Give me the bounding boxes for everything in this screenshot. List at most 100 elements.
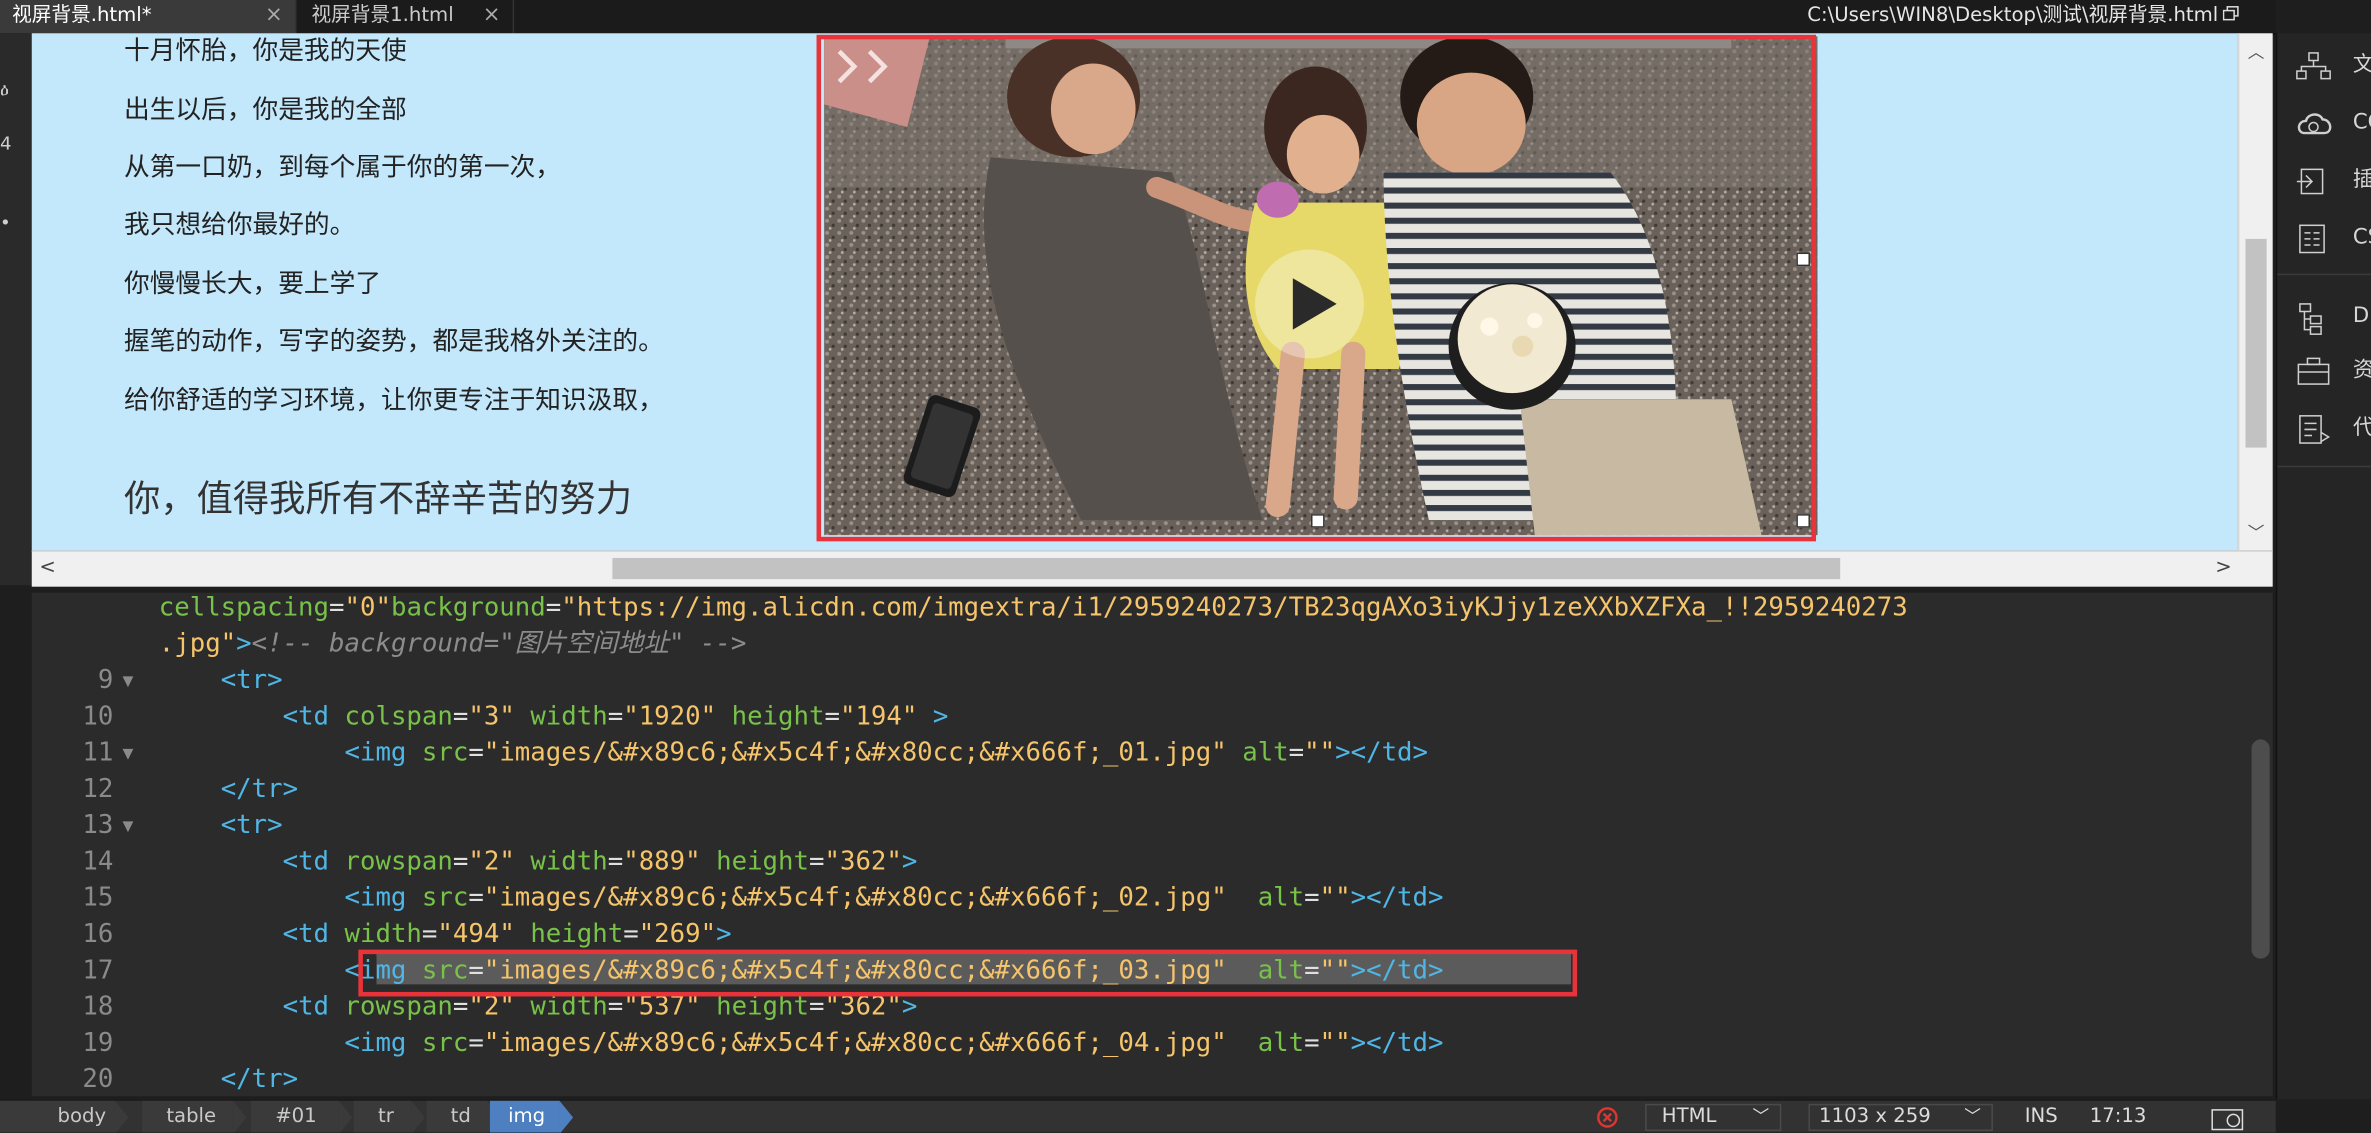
insert-mode[interactable]: INS [2025,1101,2058,1133]
fold-toggle-icon[interactable]: ▼ [122,735,133,771]
headline: 你，值得我所有不辞辛苦的努力 [123,477,633,521]
close-icon[interactable]: × [265,0,283,32]
error-icon[interactable] [1597,1107,1618,1128]
code-line[interactable]: .jpg"><!-- background="图片空间地址" --> [32,626,2249,662]
chevron-down-icon[interactable]: ﹀ [2245,520,2266,544]
dom-icon [2299,303,2322,335]
code-text: <td colspan="3" width="1920" height="194… [159,699,949,735]
window-size-select[interactable]: 1103 x 259 ﹀ [1808,1103,1993,1132]
code-line[interactable]: 15 <img src="images/&#x89c6;&#x5c4f;&#x8… [32,880,2249,916]
code-line[interactable]: 19 <img src="images/&#x89c6;&#x5c4f;&#x8… [32,1025,2249,1061]
code-token: src [421,1028,469,1059]
breadcrumb-item-current[interactable]: img [489,1100,560,1133]
panel-label: 资 [2353,351,2371,390]
restore-window-icon[interactable] [2222,6,2240,21]
breadcrumb-item[interactable]: tr [353,1100,412,1133]
code-token: cellspacing [158,592,330,623]
panel-label: 文 [2353,45,2371,84]
design-vertical-scrollbar[interactable]: ︿ ﹀ [2237,33,2273,551]
tab-label: 视屏背景1.html [311,4,454,28]
poem-line: 十月怀胎，你是我的天使 [123,36,407,67]
code-line[interactable]: 14 <td rowspan="2" width="889" height="3… [32,844,2249,880]
code-token: = [808,846,825,878]
code-token: <img [344,1028,422,1059]
code-token: = [1304,883,1320,914]
code-token: ></td> [1335,737,1429,769]
code-token: <tr> [220,810,283,841]
code-token: = [468,1028,484,1059]
code-token: > [716,919,732,950]
code-token: = [623,919,639,950]
chevron-left-icon[interactable]: < [39,556,55,579]
files-tree-icon [2296,52,2331,80]
right-panel-dock: 文 CC 插 CS [2275,33,2371,1100]
close-icon[interactable]: × [483,0,501,32]
code-text: </tr> [159,771,298,807]
breadcrumb-item[interactable]: body [0,1100,115,1133]
code-line[interactable]: 9 ▼ <tr> [32,662,2249,698]
line-number: 13 [82,810,114,841]
code-line[interactable]: cellspacing="0"background="https://img.a… [32,593,2249,626]
fold-toggle-icon[interactable]: ▼ [122,662,133,698]
design-view[interactable]: 十月怀胎，你是我的天使 出生以后，你是我的全部 从第一口奶，到每个属于你的第一次… [31,33,2238,551]
scroll-thumb[interactable] [612,557,1841,580]
fold-toggle-icon[interactable]: ▼ [122,807,133,843]
code-line[interactable]: 13 ▼ <tr> [32,807,2249,843]
document-tab-bar: 视屏背景.html* × 视屏背景1.html × C:\Users\WIN8\… [0,0,2276,35]
preview-icon[interactable] [2211,1107,2250,1131]
toolbar-glyph[interactable]: ዕ [0,79,9,102]
code-token: .jpg" [158,629,237,660]
code-line[interactable]: 10 <td colspan="3" width="1920" height="… [32,699,2249,735]
toolbar-glyph[interactable]: 4 [0,133,12,154]
tab-current-document[interactable]: 视屏背景.html* × [0,0,297,34]
code-token: ></td> [1350,883,1444,914]
code-token: <tr> [220,665,283,696]
breadcrumb-item[interactable]: table [142,1100,233,1133]
panel-label: CS [2352,225,2371,250]
code-text: <tr> [159,662,283,698]
document-type-select[interactable]: HTML ﹀ [1645,1103,1782,1132]
code-token: = [468,883,484,914]
code-token: "889" [623,846,701,878]
code-line[interactable]: 11 ▼ <img src="images/&#x89c6;&#x5c4f;&#x… [32,735,2249,771]
annotation-highlight-image [816,34,1817,542]
left-toolbar-edge: ዕ 4 • [0,33,32,586]
design-horizontal-scrollbar[interactable]: < > [31,550,2273,587]
code-token: "494" [437,919,515,950]
panel-divider [2277,465,2371,468]
scroll-thumb[interactable] [2245,238,2267,448]
scroll-thumb[interactable] [2251,739,2270,959]
assets-icon [2297,357,2330,385]
code-token: </tr> [220,1064,299,1095]
code-token: "2" [468,846,515,878]
code-vertical-scrollbar[interactable] [2248,592,2273,1097]
code-line[interactable]: 12 </tr> [32,771,2249,807]
code-text: cellspacing="0"background="https://img.a… [159,593,1908,626]
code-token: "https://img.alicdn.com/imgextra/i1/2959… [561,592,1908,623]
code-line[interactable]: 16 <td width="494" height="269"> [32,916,2249,952]
tab-other-document[interactable]: 视屏背景1.html × [299,0,515,34]
document-type: HTML [1661,1105,1717,1129]
breadcrumb-item[interactable]: #01 [251,1100,339,1133]
code-view[interactable]: cellspacing="0"background="https://img.a… [31,592,2249,1097]
code-token: <td [282,919,345,950]
code-token: width [344,919,422,950]
code-token: width [530,701,608,732]
code-line[interactable]: 20 </tr> [32,1061,2249,1096]
breadcrumb-item[interactable]: td [426,1100,487,1133]
chevron-right-icon[interactable]: > [2215,556,2231,579]
toolbar-glyph[interactable]: • [0,212,11,233]
line-number: 12 [82,774,114,805]
code-token: "362" [824,846,902,878]
code-token: src [421,883,469,914]
code-token: = [1288,737,1305,769]
chevron-up-icon[interactable]: ︿ [2245,39,2266,63]
